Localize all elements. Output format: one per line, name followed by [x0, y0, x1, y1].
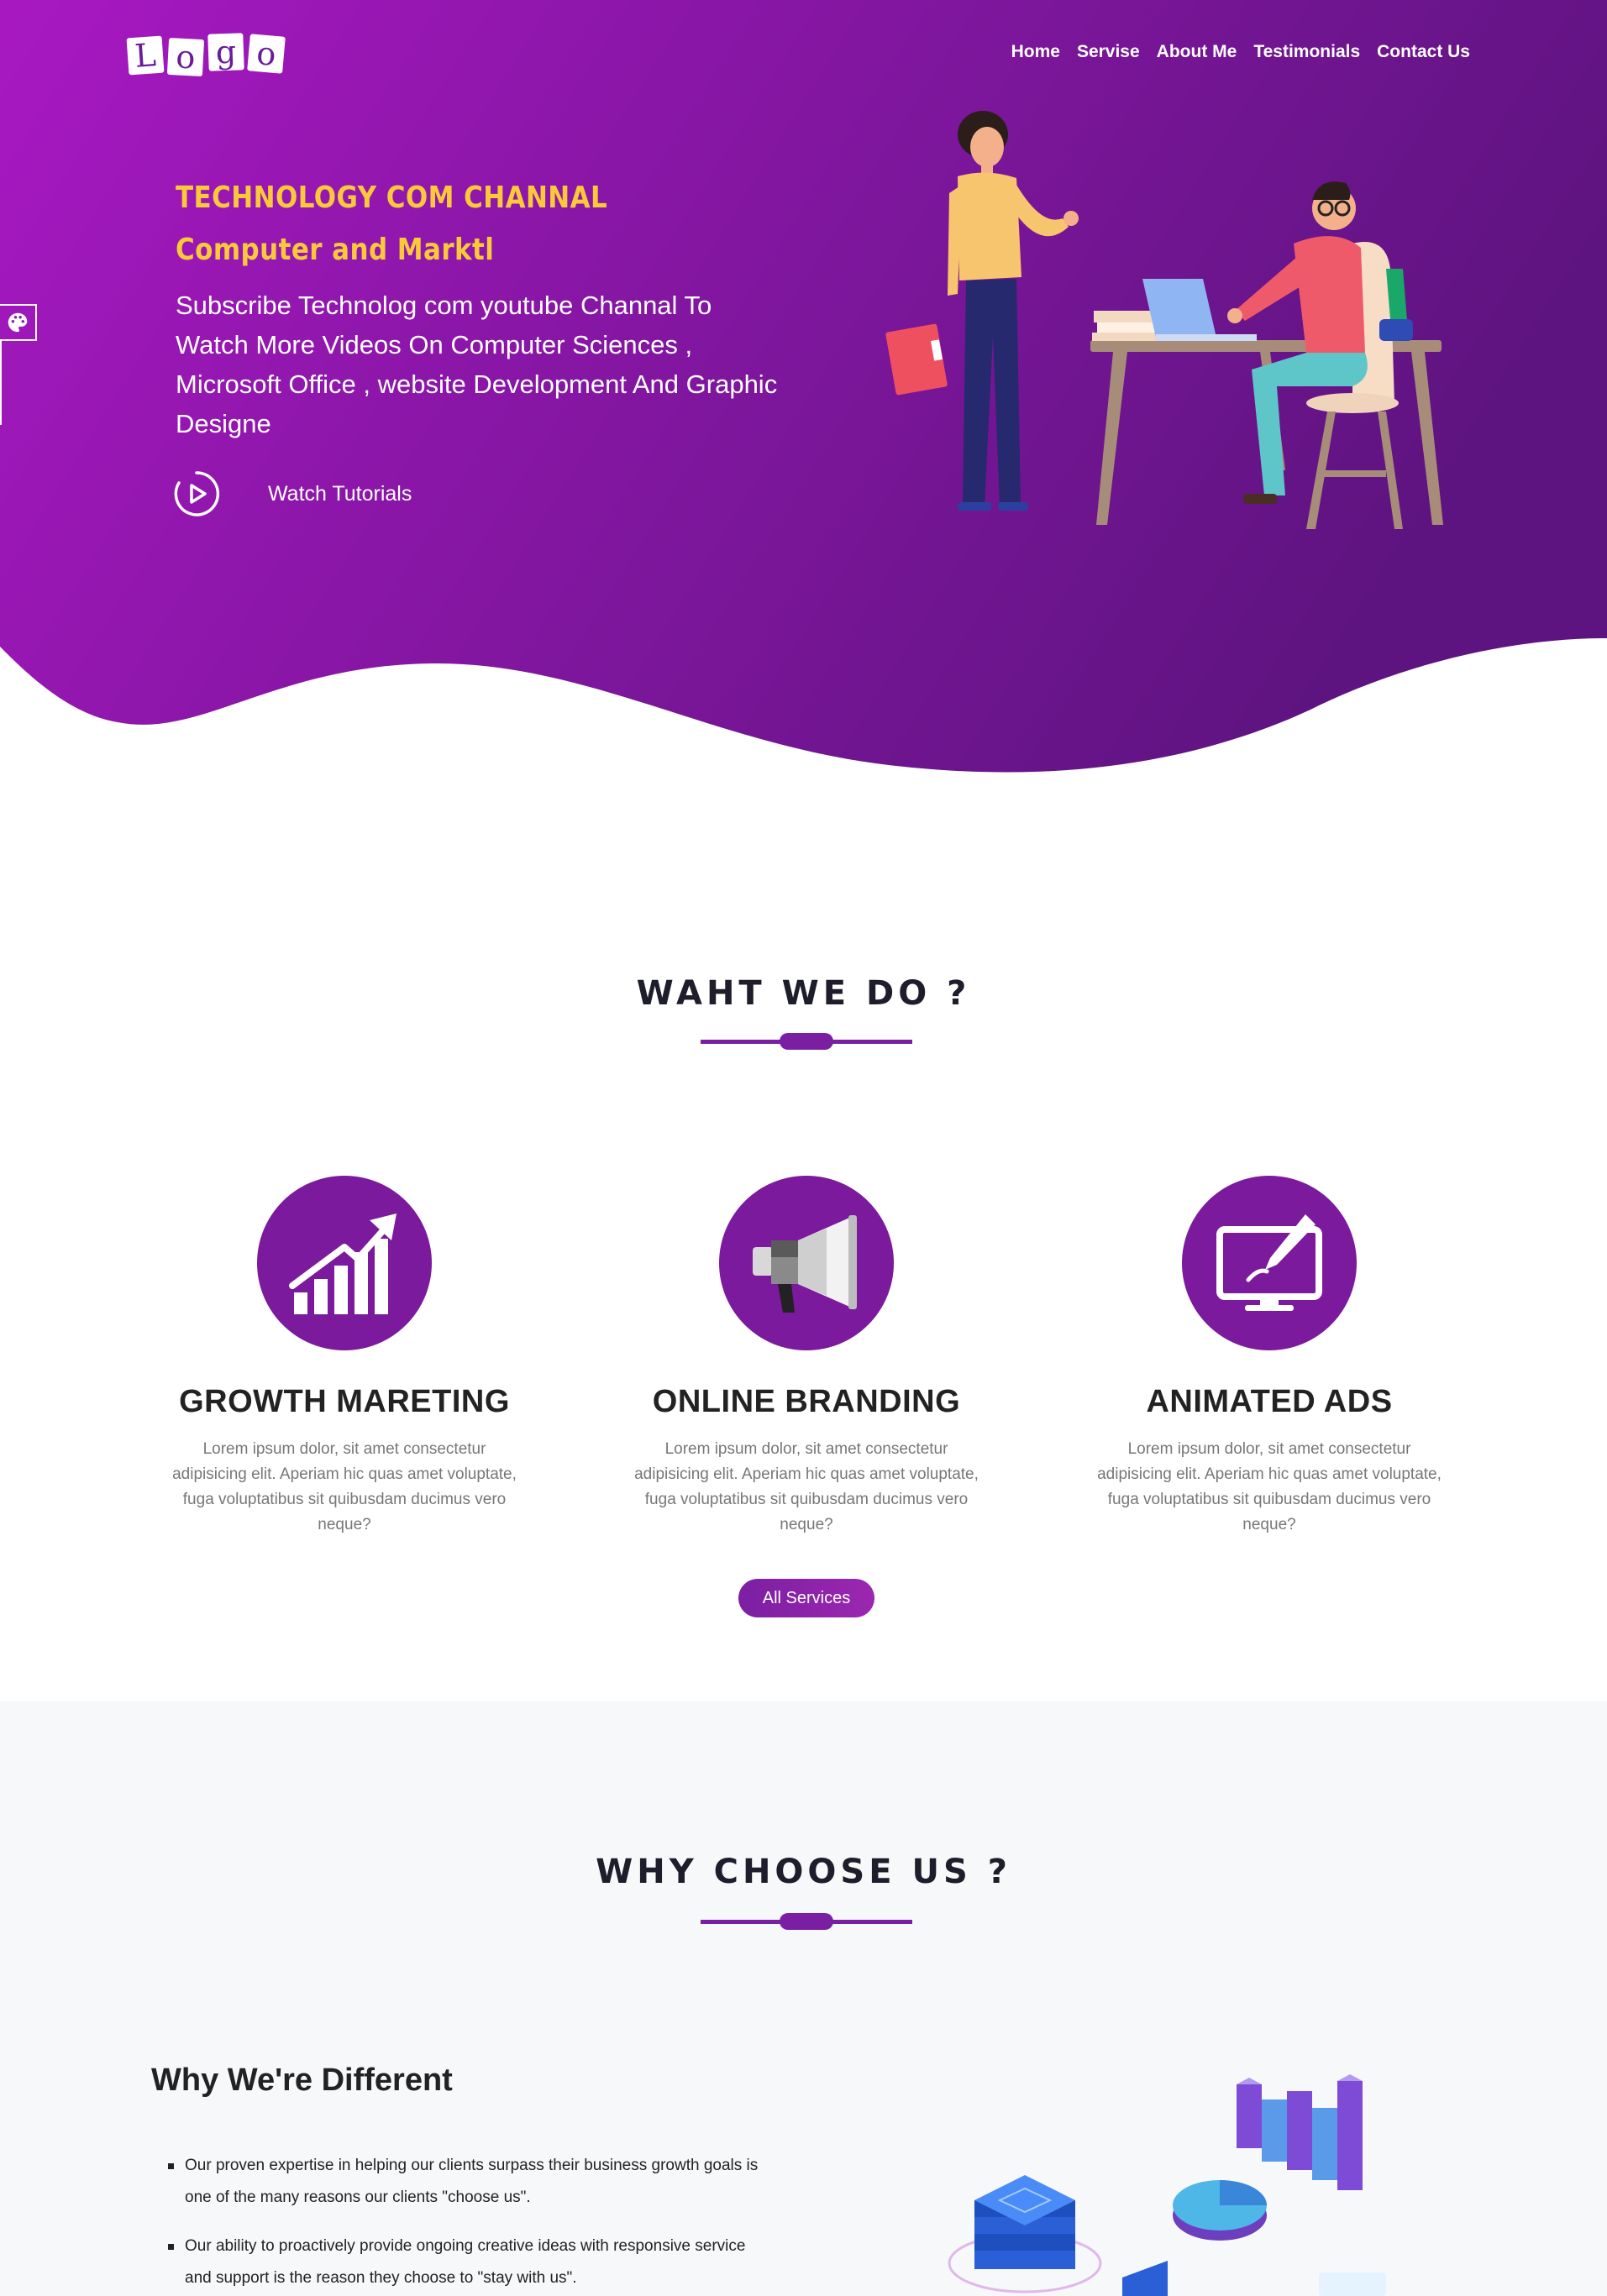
card-illustration	[1319, 2272, 1386, 2296]
monitor-pen-icon	[1216, 1214, 1322, 1311]
why-choose-title: WHY CHOOSE US ?	[596, 1853, 1011, 1891]
service-title: ANIMATED ADS	[1146, 1384, 1393, 1419]
theme-palette-toggle[interactable]	[0, 304, 37, 341]
megaphone-icon	[753, 1215, 857, 1313]
service-description: Lorem ipsum dolor, sit amet consectetur …	[634, 1440, 979, 1533]
top-navigation: L o g o Home Servise About Me Testimonia…	[0, 0, 1607, 109]
what-we-do-title: WAHT WE DO ?	[636, 974, 971, 1013]
server-stack-illustration	[948, 2175, 1102, 2293]
hero-title-line2: Computer and Marktl	[176, 233, 495, 267]
divider-pill	[780, 1913, 833, 1930]
palette-icon	[8, 312, 28, 333]
sitting-person-illustration	[1227, 181, 1413, 529]
list-item: Our ability to proactively provide ongoi…	[168, 2230, 773, 2294]
play-circle-icon	[174, 471, 220, 516]
list-item: Our proven expertise in helping our clie…	[168, 2150, 773, 2214]
nav-link-servise[interactable]: Servise	[1077, 42, 1140, 62]
service-icon-circle	[1182, 1176, 1357, 1350]
bar-3d-illustration	[1237, 2074, 1363, 2190]
hero-title: TECHNOLOGY COM CHANNAL Computer and Mark…	[176, 172, 607, 276]
logo-letter: o	[247, 34, 286, 74]
services-row: GROWTH MARETING Lorem ipsum dolor, sit a…	[0, 1176, 1607, 1533]
side-widget-line	[0, 341, 2, 425]
logo-letter: L	[126, 35, 165, 76]
divider-pill	[780, 1033, 833, 1050]
title-divider	[701, 1033, 912, 1050]
hero-section: L o g o Home Servise About Me Testimonia…	[0, 0, 1607, 777]
why-points-list: Our proven expertise in helping our clie…	[168, 2150, 773, 2296]
service-title: GROWTH MARETING	[179, 1384, 510, 1419]
service-card-online-branding: ONLINE BRANDING Lorem ipsum dolor, sit a…	[622, 1176, 991, 1538]
service-description: Lorem ipsum dolor, sit amet consectetur …	[172, 1440, 517, 1533]
watch-tutorials-label: Watch Tutorials	[268, 481, 412, 506]
site-logo[interactable]: L o g o	[126, 32, 286, 77]
service-card-animated-ads: ANIMATED ADS Lorem ipsum dolor, sit amet…	[1084, 1176, 1454, 1538]
logo-letter: g	[207, 33, 244, 71]
service-title: ONLINE BRANDING	[652, 1384, 961, 1419]
isometric-data-illustration	[948, 2074, 1386, 2296]
nav-link-home[interactable]: Home	[1011, 42, 1060, 62]
logo-letter: o	[166, 37, 205, 77]
service-description: Lorem ipsum dolor, sit amet consectetur …	[1097, 1440, 1442, 1533]
standing-person-illustration	[885, 111, 1079, 511]
nav-menu: Home Servise About Me Testimonials Conta…	[1011, 42, 1470, 62]
pie-3d-illustration	[1173, 2180, 1267, 2241]
nav-link-contact-us[interactable]: Contact Us	[1377, 42, 1470, 62]
watch-tutorials-link[interactable]: Watch Tutorials	[172, 469, 412, 518]
title-divider	[701, 1913, 912, 1930]
all-services-button[interactable]: All Services	[738, 1579, 874, 1617]
service-icon-circle	[719, 1176, 894, 1350]
nav-link-testimonials[interactable]: Testimonials	[1253, 42, 1360, 62]
service-icon-circle	[257, 1176, 432, 1350]
panel-illustration	[1122, 2261, 1168, 2296]
office-illustration	[885, 111, 1443, 529]
hero-title-line1: TECHNOLOGY COM CHANNAL	[176, 181, 608, 215]
hero-description: Subscribe Technolog com youtube Channal …	[176, 291, 778, 438]
why-different-heading: Why We're Different	[151, 2063, 453, 2098]
nav-link-about-me[interactable]: About Me	[1157, 42, 1237, 62]
service-card-growth-marketing: GROWTH MARETING Lorem ipsum dolor, sit a…	[160, 1176, 529, 1538]
growth-chart-icon	[289, 1214, 396, 1314]
